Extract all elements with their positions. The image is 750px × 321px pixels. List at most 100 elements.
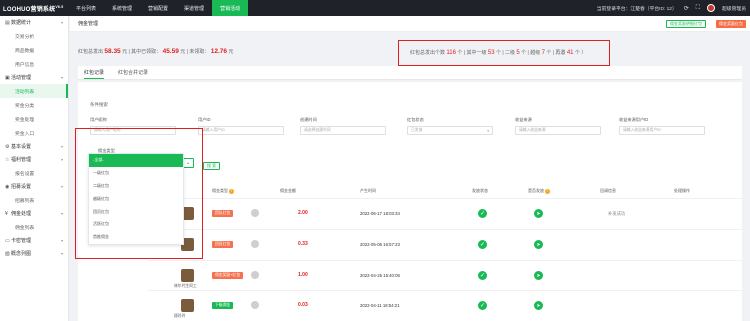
sidebar-group-label: 概念列图 — [11, 251, 32, 257]
sidebar-item[interactable]: 佣金列表 — [0, 220, 68, 234]
user-name: 林尔代生同工 — [174, 284, 197, 288]
top-right-info: 当前登录平台：江楚春（平台ID: 12） ⟳ ⛶ 超级管理员 — [597, 0, 746, 16]
sidebar-group[interactable]: ▭ 卡密管理 ▾ — [0, 234, 68, 247]
created-time-input[interactable]: 请选择创建时间 — [300, 126, 386, 135]
chevron-down-icon: ▾ — [60, 184, 63, 189]
commission-type-tag: 团员红包 — [212, 241, 234, 248]
sidebar-item[interactable]: 商品数据 — [0, 43, 68, 57]
send-icon[interactable]: ➤ — [534, 301, 543, 310]
sidebar-group[interactable]: ▤ 数据统计 ▾ — [0, 16, 68, 29]
chevron-down-icon: ▾ — [60, 75, 63, 80]
top-nav-item[interactable]: 营销配置 — [140, 0, 176, 16]
created-time: 2022-06-17 18:03:34 — [360, 211, 400, 216]
sidebar-item[interactable]: 报名设置 — [0, 166, 68, 180]
callback-note: 补发成功 — [608, 211, 626, 216]
count-stats: 红包总发出个数 116 个 | 其中一级 53 个 | 二级 5 个 | 越级 … — [410, 50, 587, 56]
top-nav-item[interactable]: 平台列表 — [68, 0, 104, 16]
sidebar-group-label: 基本设置 — [11, 144, 32, 150]
chevron-down-icon: ▾ — [60, 211, 63, 216]
commission-reward-button[interactable]: 佣金奖励红包 — [716, 20, 746, 28]
fullscreen-icon[interactable]: ⛶ — [696, 5, 700, 12]
th-type: 佣金类型! — [212, 188, 234, 194]
app-logo: LOOHUO营销系统V6.5 — [3, 4, 64, 13]
search-button[interactable]: 搜 索 — [203, 162, 221, 170]
created-time: 2022-05-06 16:57:23 — [360, 242, 400, 247]
check-icon: ✓ — [478, 271, 487, 280]
top-nav-item[interactable]: 营销活动 — [212, 0, 249, 16]
sidebar-group[interactable]: ⚙ 基本设置 ▾ — [0, 140, 68, 153]
table-row: 下级佣金 0.03 2022-04-11 18:54:21 ✓ ➤ 顾玲玲 — [148, 290, 742, 321]
filter-income-source: 收益来源 请输入收益来源 — [515, 117, 601, 135]
filter-status: 红包状态 已发放 ▾ — [407, 117, 493, 135]
send-icon[interactable]: ➤ — [534, 209, 543, 218]
page-header: 佣金管理 佣金奖励明细红包 佣金奖励红包 — [70, 16, 750, 32]
sidebar-item[interactable]: 用户信息 — [0, 57, 68, 71]
top-nav-item[interactable]: 系统管理 — [104, 0, 140, 16]
filter-created-time: 创建时间 请选择创建时间 — [300, 117, 386, 135]
sidebar-group-label: 数据统计 — [11, 20, 32, 26]
income-source-user-id-input[interactable]: 请输入收益来源用户ID — [619, 126, 705, 135]
income-source-input[interactable]: 请输入收益来源 — [515, 126, 601, 135]
th-amount: 佣金金额 — [280, 188, 296, 193]
chevron-down-icon: ▾ — [60, 251, 63, 256]
commission-amount: 1.00 — [298, 272, 308, 278]
source-avatar — [251, 271, 259, 279]
send-icon[interactable]: ➤ — [534, 271, 543, 280]
commission-amount: 0.03 — [298, 302, 308, 308]
current-platform: 当前登录平台：江楚春（平台ID: 12） — [596, 6, 677, 12]
chevron-down-icon: ▾ — [60, 20, 63, 25]
sidebar-group-label: 活动管理 — [11, 75, 32, 81]
chevron-down-icon: ▾ — [487, 128, 489, 133]
main-content: 佣金管理 佣金奖励明细红包 佣金奖励红包 红包总发出 58.35 元 | 其中已… — [70, 16, 750, 321]
sidebar-group-label: 卡密管理 — [11, 238, 32, 244]
warning-icon: ! — [545, 188, 550, 194]
commission-amount: 2.00 — [298, 210, 308, 216]
record-tabs: 红包记录 红包合并记录 — [78, 66, 742, 80]
filter-section-title: 条件搜索 — [90, 102, 108, 107]
tab-red-packet-records[interactable]: 红包记录 — [84, 66, 105, 79]
tab-merged-records[interactable]: 红包合并记录 — [118, 66, 148, 79]
user-avatar-thumb — [181, 269, 194, 282]
commission-detail-button[interactable]: 佣金奖励明细红包 — [666, 20, 706, 28]
table-header: 佣金类型! 佣金金额 产生时间 发放状态 是否发放! 回调信息 处理操作 — [148, 184, 742, 198]
sidebar-group[interactable]: ▨ 概念列图 ▾ — [0, 247, 68, 260]
sidebar-item[interactable]: 奖金入口 — [0, 126, 68, 140]
commission-type-tag: 下级佣金 — [212, 302, 234, 309]
chevron-down-icon: ▾ — [60, 238, 63, 243]
sidebar-group[interactable]: ☆ 福利管理 ▾ — [0, 153, 68, 166]
total-amount: 58.35 — [104, 48, 121, 55]
created-time: 2022-04-11 18:54:21 — [360, 303, 400, 308]
send-icon[interactable]: ➤ — [534, 240, 543, 249]
filter-income-source-user-id: 收益来源用户ID 请输入收益来源用户ID — [619, 117, 705, 135]
filter-user-id: 用户ID 请输入用户ID — [198, 117, 284, 135]
sidebar-group-label: 福利管理 — [11, 157, 32, 163]
sidebar-item[interactable]: 活动列表 — [0, 84, 68, 98]
user-avatar-thumb — [181, 299, 194, 312]
check-icon: ✓ — [478, 240, 487, 249]
commission-amount: 0.33 — [298, 241, 308, 247]
amount-stats: 红包总发出 58.35 元 | 其中已领取： 45.59 元 | 未领取： 12… — [78, 48, 234, 55]
user-id-input[interactable]: 请输入用户ID — [198, 126, 284, 135]
commission-type-tag: 团队红包 — [212, 210, 234, 217]
sidebar-item[interactable]: 交易分析 — [0, 29, 68, 43]
table-row: 佣金奖励+红包 1.00 2022-04-25 15:40:05 ✓ ➤ 林尔代生同工 — [148, 260, 742, 291]
sidebar-item[interactable]: 招募列表 — [0, 193, 68, 207]
sidebar-group-label: 佣金处理 — [11, 211, 32, 217]
user-name[interactable]: 超级管理员 — [722, 5, 746, 12]
sidebar: ▤ 数据统计 ▾ 交易分析 商品数据 用户信息 ▣ 活动管理 ▾ 活动列表 奖金分类 奖金处理 奖金入口… — [0, 16, 69, 321]
source-avatar — [251, 301, 259, 309]
sidebar-group-label: 招募设置 — [11, 184, 32, 190]
page-title: 佣金管理 — [78, 21, 99, 27]
user-avatar[interactable] — [707, 4, 715, 12]
sidebar-item[interactable]: 奖金分类 — [0, 98, 68, 112]
chevron-down-icon: ▾ — [60, 144, 63, 149]
highlight-box-type — [75, 128, 203, 259]
status-select[interactable]: 已发放 ▾ — [407, 126, 493, 135]
top-nav-item[interactable]: 渠道管理 — [176, 0, 212, 16]
sidebar-item[interactable]: 奖金处理 — [0, 112, 68, 126]
sidebar-group[interactable]: ¥ 佣金处理 ▾ — [0, 207, 68, 220]
refresh-icon[interactable]: ⟳ — [684, 5, 689, 12]
sidebar-group[interactable]: ◉ 招募设置 ▾ — [0, 180, 68, 193]
sidebar-group[interactable]: ▣ 活动管理 ▾ — [0, 71, 68, 84]
th-send: 是否发放! — [528, 188, 550, 194]
